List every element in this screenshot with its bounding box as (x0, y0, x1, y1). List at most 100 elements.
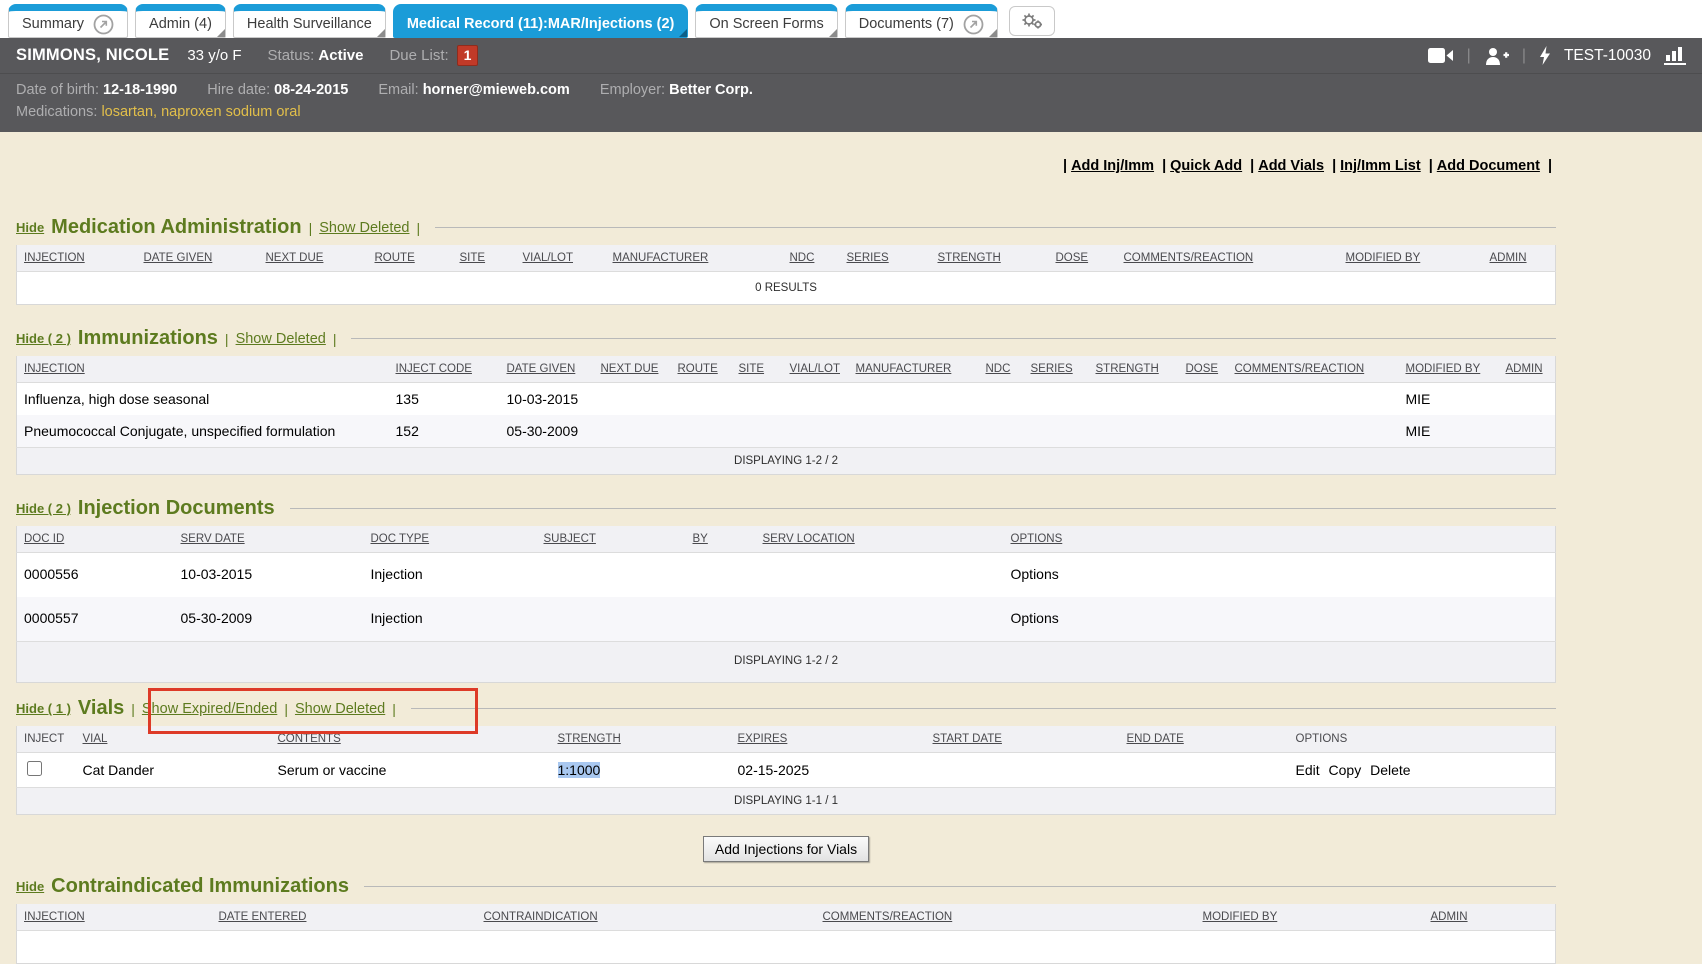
col-doc-type[interactable]: DOC TYPE (371, 533, 430, 545)
chart-id: TEST-10030 (1564, 47, 1651, 65)
tab-medical-record-active[interactable]: Medical Record (11):MAR/Injections (2) (393, 4, 689, 38)
col-date-entered[interactable]: DATE ENTERED (219, 911, 307, 923)
col-serv-date[interactable]: SERV DATE (181, 533, 245, 545)
vial-row: Cat Dander Serum or vaccine 1:1000 02-15… (17, 753, 1556, 788)
col-end-date[interactable]: END DATE (1127, 733, 1184, 745)
col-vial-lot[interactable]: VIAL/LOT (790, 363, 841, 375)
add-person-icon[interactable] (1484, 47, 1509, 65)
col-site[interactable]: SITE (460, 252, 486, 264)
paging-status: DISPLAYING 1-2 / 2 (17, 642, 1556, 683)
quick-add-link[interactable]: Quick Add (1170, 158, 1242, 174)
col-admin[interactable]: ADMIN (1490, 252, 1527, 264)
col-vial-lot[interactable]: VIAL/LOT (523, 252, 574, 264)
col-modified-by[interactable]: MODIFIED BY (1406, 363, 1481, 375)
video-camera-icon[interactable] (1428, 47, 1454, 64)
col-ndc[interactable]: NDC (790, 252, 815, 264)
col-options[interactable]: OPTIONS (1011, 533, 1063, 545)
settings-button[interactable] (1009, 6, 1055, 36)
add-injections-for-vials-button[interactable]: Add Injections for Vials (703, 836, 869, 862)
hide-link[interactable]: Hide (16, 220, 44, 235)
col-contraindication[interactable]: CONTRAINDICATION (484, 911, 598, 923)
popout-icon[interactable] (93, 14, 114, 35)
show-expired-ended-link[interactable]: Show Expired/Ended (142, 701, 277, 717)
col-series[interactable]: SERIES (847, 252, 889, 264)
hide-link[interactable]: Hide (16, 879, 44, 894)
add-vials-link[interactable]: Add Vials (1258, 158, 1324, 174)
col-route[interactable]: ROUTE (678, 363, 718, 375)
col-strength[interactable]: STRENGTH (1096, 363, 1159, 375)
show-deleted-link[interactable]: Show Deleted (295, 701, 385, 717)
col-ndc[interactable]: NDC (986, 363, 1011, 375)
col-series[interactable]: SERIES (1031, 363, 1073, 375)
col-next-due[interactable]: NEXT DUE (601, 363, 659, 375)
col-route[interactable]: ROUTE (375, 252, 415, 264)
col-injection[interactable]: INJECTION (24, 911, 85, 923)
col-admin[interactable]: ADMIN (1431, 911, 1468, 923)
col-admin[interactable]: ADMIN (1506, 363, 1543, 375)
col-manufacturer[interactable]: MANUFACTURER (613, 252, 709, 264)
col-site[interactable]: SITE (739, 363, 765, 375)
col-modified-by[interactable]: MODIFIED BY (1346, 252, 1421, 264)
hide-link[interactable]: Hide ( 2 ) (16, 331, 71, 346)
delete-link[interactable]: Delete (1370, 762, 1410, 778)
col-serv-location[interactable]: SERV LOCATION (763, 533, 855, 545)
tab-health-surveillance-label: Health Surveillance (247, 16, 372, 32)
col-contents[interactable]: CONTENTS (278, 733, 341, 745)
col-injection[interactable]: INJECTION (24, 252, 85, 264)
col-subject[interactable]: SUBJECT (544, 533, 596, 545)
col-manufacturer[interactable]: MANUFACTURER (856, 363, 952, 375)
vial-checkbox[interactable] (27, 761, 42, 776)
patient-age-sex: 33 y/o F (187, 47, 241, 64)
col-expires[interactable]: EXPIRES (738, 733, 788, 745)
hide-link[interactable]: Hide ( 1 ) (16, 701, 71, 716)
hide-link[interactable]: Hide ( 2 ) (16, 501, 71, 516)
col-dose[interactable]: DOSE (1186, 363, 1219, 375)
immunizations-table: INJECTION INJECT CODE DATE GIVEN NEXT DU… (16, 356, 1556, 475)
edit-link[interactable]: Edit (1296, 762, 1320, 778)
paging-status: DISPLAYING 1-2 / 2 (17, 448, 1556, 475)
tab-summary[interactable]: Summary (8, 4, 128, 38)
add-inj-imm-link[interactable]: Add Inj/Imm (1071, 158, 1154, 174)
dob-value: 12-18-1990 (103, 82, 177, 98)
col-comments-reaction[interactable]: COMMENTS/REACTION (1235, 363, 1365, 375)
tab-admin[interactable]: Admin (4) (135, 4, 226, 38)
options-link[interactable]: Options (1011, 566, 1059, 582)
col-strength[interactable]: STRENGTH (558, 733, 621, 745)
options-link[interactable]: Options (1011, 610, 1059, 626)
bar-chart-icon[interactable] (1664, 46, 1686, 65)
due-list-badge[interactable]: 1 (457, 45, 479, 66)
col-doc-id[interactable]: DOC ID (24, 533, 64, 545)
col-comments-reaction[interactable]: COMMENTS/REACTION (823, 911, 953, 923)
show-deleted-link[interactable]: Show Deleted (319, 220, 409, 236)
col-date-given[interactable]: DATE GIVEN (144, 252, 213, 264)
col-vial[interactable]: VIAL (83, 733, 108, 745)
medication-link-naproxen[interactable]: naproxen sodium oral (161, 104, 300, 120)
table-header-row: INJECTION DATE ENTERED CONTRAINDICATION … (17, 904, 1556, 931)
lightning-icon[interactable] (1539, 46, 1551, 65)
hire-date-value: 08-24-2015 (274, 82, 348, 98)
col-inject-code[interactable]: INJECT CODE (396, 363, 472, 375)
col-by[interactable]: BY (693, 533, 708, 545)
inj-imm-list-link[interactable]: Inj/Imm List (1340, 158, 1421, 174)
col-injection[interactable]: INJECTION (24, 363, 85, 375)
medication-administration-table: INJECTION DATE GIVEN NEXT DUE ROUTE SITE… (16, 245, 1556, 305)
col-date-given[interactable]: DATE GIVEN (507, 363, 576, 375)
tab-health-surveillance[interactable]: Health Surveillance (233, 4, 386, 38)
due-list: Due List:1 (389, 45, 478, 66)
col-strength[interactable]: STRENGTH (938, 252, 1001, 264)
section-title: Immunizations (78, 327, 218, 350)
patient-name: SIMMONS, NICOLE (16, 46, 169, 65)
col-dose[interactable]: DOSE (1056, 252, 1089, 264)
tab-documents[interactable]: Documents (7) (845, 4, 998, 38)
tab-on-screen-forms[interactable]: On Screen Forms (695, 4, 837, 38)
gears-icon (1020, 11, 1044, 31)
copy-link[interactable]: Copy (1329, 762, 1362, 778)
col-modified-by[interactable]: MODIFIED BY (1203, 911, 1278, 923)
col-start-date[interactable]: START DATE (933, 733, 1002, 745)
medication-link-losartan[interactable]: losartan (101, 104, 153, 120)
popout-icon[interactable] (963, 14, 984, 35)
col-next-due[interactable]: NEXT DUE (266, 252, 324, 264)
col-comments-reaction[interactable]: COMMENTS/REACTION (1124, 252, 1254, 264)
add-document-link[interactable]: Add Document (1437, 158, 1540, 174)
show-deleted-link[interactable]: Show Deleted (236, 331, 326, 347)
